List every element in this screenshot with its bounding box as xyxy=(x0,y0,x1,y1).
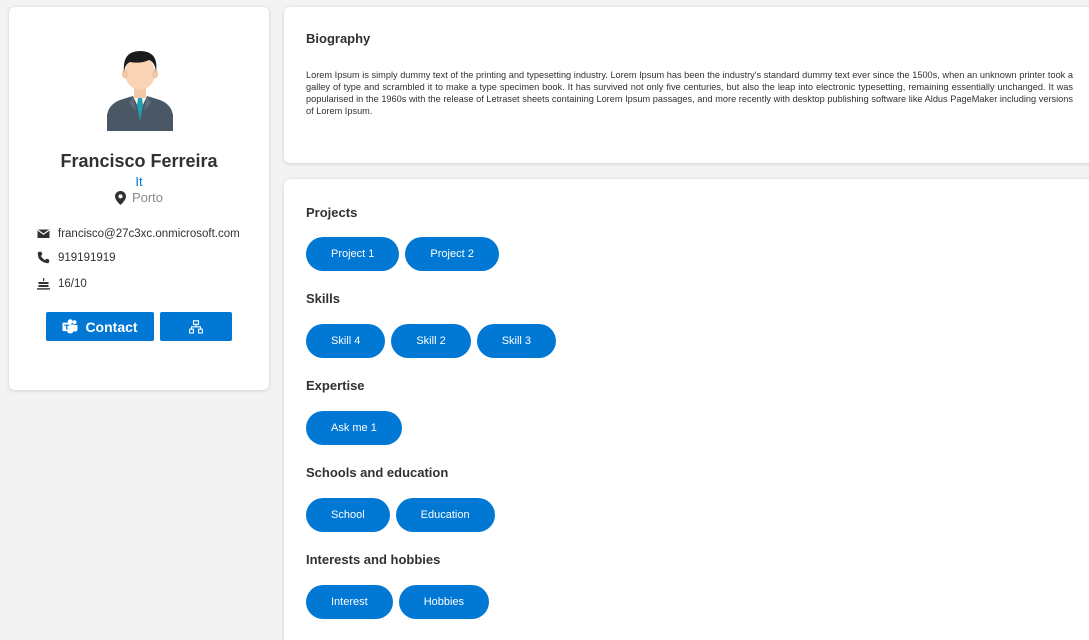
skill-pill[interactable]: Skill 3 xyxy=(476,324,557,358)
phone-row[interactable]: 919191919 xyxy=(37,251,116,264)
education-pill[interactable]: Education xyxy=(395,498,495,532)
department-link[interactable]: It xyxy=(9,174,269,189)
cake-icon xyxy=(37,278,50,290)
envelope-icon xyxy=(37,229,50,238)
project-pill[interactable]: Project 1 xyxy=(306,237,400,271)
interest-pill[interactable]: Hobbies xyxy=(398,585,490,619)
section-title-projects: Projects xyxy=(306,205,358,220)
location-label: Porto xyxy=(131,190,164,205)
profile-card: Francisco Ferreira It Porto francisco@27… xyxy=(9,7,269,390)
details-card: Projects Project 1 Project 2 Skills Skil… xyxy=(284,179,1089,640)
skill-pill[interactable]: Skill 4 xyxy=(306,324,386,358)
org-chart-icon xyxy=(189,319,203,334)
skills-list: Skill 4 Skill 2 Skill 3 xyxy=(306,324,557,358)
phone-value[interactable]: 919191919 xyxy=(58,252,116,264)
expertise-pill[interactable]: Ask me 1 xyxy=(306,411,402,445)
biography-text: Lorem Ipsum is simply dummy text of the … xyxy=(306,70,1073,116)
biography-card: Biography Lorem Ipsum is simply dummy te… xyxy=(284,7,1089,163)
contact-button[interactable]: Contact xyxy=(46,312,154,341)
expertise-list: Ask me 1 xyxy=(306,411,402,445)
date-value: 16/10 xyxy=(58,277,87,290)
interest-pill[interactable]: Interest xyxy=(306,585,393,619)
teams-icon xyxy=(62,319,78,334)
section-title-education: Schools and education xyxy=(306,465,449,480)
section-title-expertise: Expertise xyxy=(306,378,365,393)
education-list: School Education xyxy=(306,498,495,532)
skill-pill[interactable]: Skill 2 xyxy=(391,324,471,358)
phone-icon xyxy=(37,251,50,264)
email-value[interactable]: francisco@27c3xc.onmicrosoft.com xyxy=(58,228,240,240)
interests-list: Interest Hobbies xyxy=(306,585,490,619)
date-row: 16/10 xyxy=(37,277,87,290)
org-chart-button[interactable] xyxy=(160,312,232,341)
email-row[interactable]: francisco@27c3xc.onmicrosoft.com xyxy=(37,227,240,240)
project-pill[interactable]: Project 2 xyxy=(405,237,499,271)
biography-title: Biography xyxy=(306,31,371,46)
section-title-skills: Skills xyxy=(306,291,340,306)
person-name: Francisco Ferreira xyxy=(60,151,218,171)
map-pin-icon xyxy=(114,190,126,205)
contact-button-label: Contact xyxy=(85,318,138,335)
education-pill[interactable]: School xyxy=(306,498,390,532)
projects-list: Project 1 Project 2 xyxy=(306,237,499,271)
avatar xyxy=(107,51,173,131)
location: Porto xyxy=(9,190,269,205)
section-title-interests: Interests and hobbies xyxy=(306,552,441,567)
